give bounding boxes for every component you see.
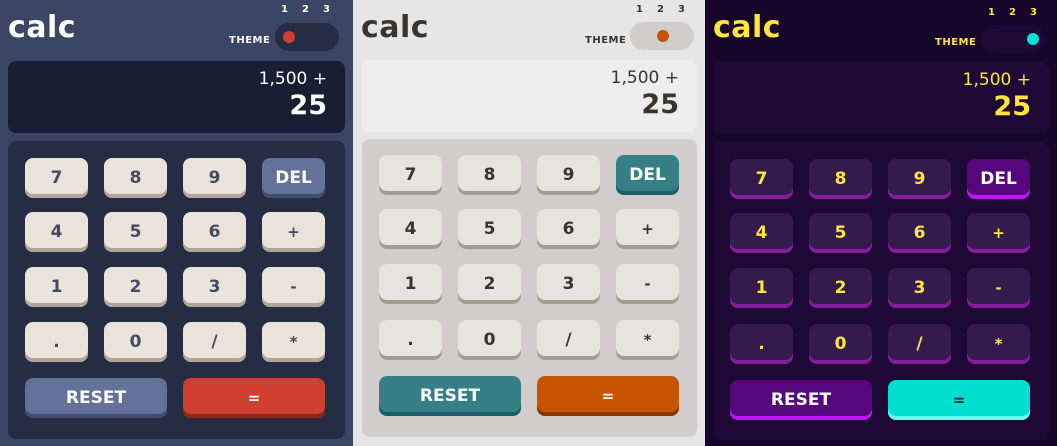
key-3[interactable]: 3 — [183, 267, 246, 307]
theme-number-1: 1 — [988, 7, 995, 18]
key-8[interactable]: 8 — [104, 158, 167, 198]
key-6[interactable]: 6 — [888, 213, 951, 253]
display-screen: 1,500 + 25 — [713, 62, 1049, 134]
app-logo: calc — [8, 10, 77, 45]
divide-button[interactable]: / — [888, 324, 951, 364]
key-4[interactable]: 4 — [379, 209, 442, 249]
key-1[interactable]: 1 — [25, 267, 88, 307]
key-7[interactable]: 7 — [730, 159, 793, 199]
key-8[interactable]: 8 — [458, 155, 521, 195]
key-1[interactable]: 1 — [730, 268, 793, 308]
key-0[interactable]: 0 — [809, 324, 872, 364]
theme-toggle[interactable] — [275, 23, 339, 51]
key-3[interactable]: 3 — [888, 268, 951, 308]
calculator-theme-1: calc 1 2 3 THEME 1,500 + 25 7 8 9 DEL 4 … — [0, 0, 353, 446]
key-2[interactable]: 2 — [104, 267, 167, 307]
key-4[interactable]: 4 — [730, 213, 793, 253]
keypad: 7 8 9 DEL 4 5 6 + 1 2 3 - . 0 / * RESET … — [8, 141, 345, 439]
key-6[interactable]: 6 — [183, 212, 246, 252]
delete-button[interactable]: DEL — [616, 155, 679, 195]
display-expression: 1,500 + — [610, 68, 679, 88]
minus-button[interactable]: - — [967, 268, 1030, 308]
key-4[interactable]: 4 — [25, 212, 88, 252]
app-logo: calc — [713, 10, 782, 45]
key-0[interactable]: 0 — [104, 322, 167, 362]
theme-toggle[interactable] — [981, 25, 1045, 53]
theme-toggle[interactable] — [630, 22, 694, 50]
equals-button[interactable]: = — [537, 376, 679, 416]
minus-button[interactable]: - — [616, 264, 679, 304]
key-6[interactable]: 6 — [537, 209, 600, 249]
plus-button[interactable]: + — [262, 212, 325, 252]
display-expression: 1,500 + — [962, 70, 1031, 90]
theme-number-3: 3 — [677, 4, 685, 15]
display-current-value: 25 — [641, 89, 679, 120]
key-5[interactable]: 5 — [458, 209, 521, 249]
theme-label: THEME — [585, 35, 627, 46]
key-2[interactable]: 2 — [458, 264, 521, 304]
theme-number-3: 3 — [1029, 7, 1037, 18]
display-screen: 1,500 + 25 — [362, 60, 697, 132]
plus-button[interactable]: + — [967, 213, 1030, 253]
key-2[interactable]: 2 — [809, 268, 872, 308]
key-9[interactable]: 9 — [183, 158, 246, 198]
theme-number-1: 1 — [281, 4, 288, 15]
key-9[interactable]: 9 — [537, 155, 600, 195]
display-screen: 1,500 + 25 — [8, 61, 345, 133]
key-3[interactable]: 3 — [537, 264, 600, 304]
multiply-button[interactable]: * — [616, 320, 679, 360]
minus-button[interactable]: - — [262, 267, 325, 307]
delete-button[interactable]: DEL — [262, 158, 325, 198]
key-7[interactable]: 7 — [25, 158, 88, 198]
divide-button[interactable]: / — [183, 322, 246, 362]
equals-button[interactable]: = — [183, 378, 325, 418]
equals-button[interactable]: = — [888, 380, 1030, 420]
decimal-button[interactable]: . — [25, 322, 88, 362]
display-expression: 1,500 + — [258, 69, 327, 89]
decimal-button[interactable]: . — [379, 320, 442, 360]
app-logo: calc — [361, 10, 430, 45]
display-current-value: 25 — [289, 90, 327, 121]
calculator-theme-3: calc 1 2 3 THEME 1,500 + 25 7 8 9 DEL 4 … — [705, 0, 1057, 446]
theme-numbers: 1 2 3 — [636, 4, 685, 15]
theme-numbers: 1 2 3 — [988, 7, 1037, 18]
theme-number-2: 2 — [301, 4, 309, 15]
delete-button[interactable]: DEL — [967, 159, 1030, 199]
display-current-value: 25 — [993, 91, 1031, 122]
divide-button[interactable]: / — [537, 320, 600, 360]
keypad: 7 8 9 DEL 4 5 6 + 1 2 3 - . 0 / * RESET … — [713, 142, 1049, 440]
calculator-theme-2: calc 1 2 3 THEME 1,500 + 25 7 8 9 DEL 4 … — [353, 0, 705, 446]
decimal-button[interactable]: . — [730, 324, 793, 364]
toggle-knob[interactable] — [657, 30, 669, 42]
key-7[interactable]: 7 — [379, 155, 442, 195]
reset-button[interactable]: RESET — [25, 378, 167, 418]
theme-number-3: 3 — [322, 4, 330, 15]
theme-label: THEME — [229, 35, 271, 46]
reset-button[interactable]: RESET — [730, 380, 872, 420]
keypad: 7 8 9 DEL 4 5 6 + 1 2 3 - . 0 / * RESET … — [362, 139, 697, 437]
multiply-button[interactable]: * — [967, 324, 1030, 364]
toggle-knob[interactable] — [1027, 33, 1039, 45]
theme-numbers: 1 2 3 — [281, 4, 330, 15]
key-1[interactable]: 1 — [379, 264, 442, 304]
key-5[interactable]: 5 — [809, 213, 872, 253]
toggle-knob[interactable] — [283, 31, 295, 43]
theme-label: THEME — [935, 37, 977, 48]
key-9[interactable]: 9 — [888, 159, 951, 199]
theme-number-2: 2 — [1008, 7, 1016, 18]
theme-number-2: 2 — [656, 4, 664, 15]
plus-button[interactable]: + — [616, 209, 679, 249]
multiply-button[interactable]: * — [262, 322, 325, 362]
key-8[interactable]: 8 — [809, 159, 872, 199]
theme-number-1: 1 — [636, 4, 643, 15]
reset-button[interactable]: RESET — [379, 376, 521, 416]
key-5[interactable]: 5 — [104, 212, 167, 252]
key-0[interactable]: 0 — [458, 320, 521, 360]
